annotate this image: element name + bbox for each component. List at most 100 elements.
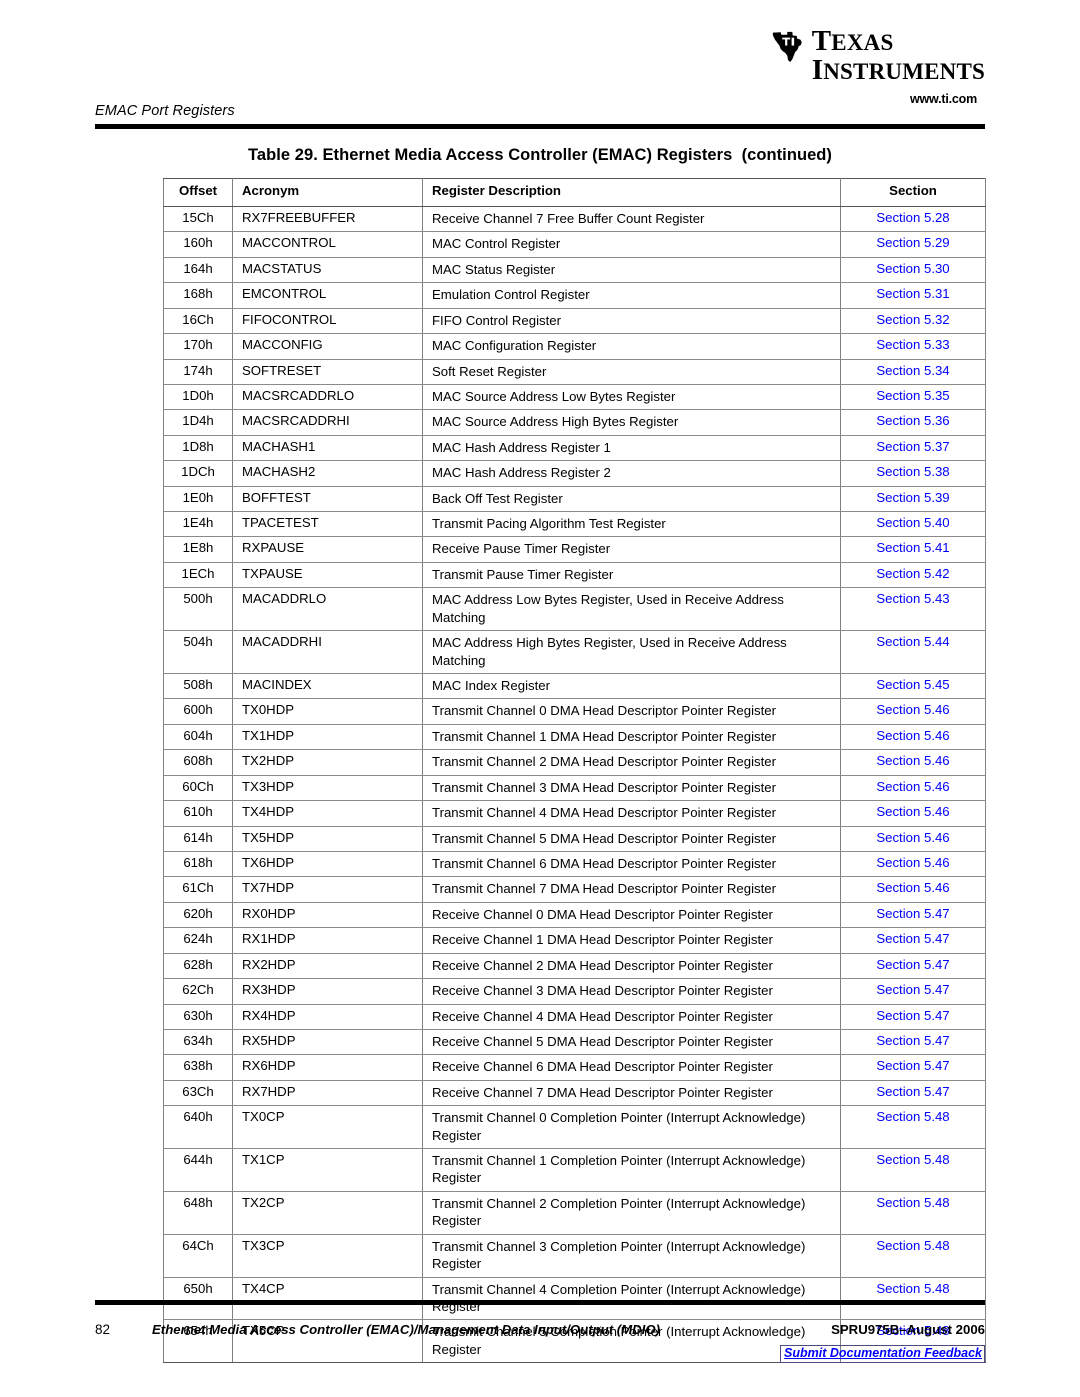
page-number: 82 <box>95 1322 111 1337</box>
cell-register-description: Transmit Channel 4 DMA Head Descriptor P… <box>422 800 841 827</box>
ti-logo: TEXAS INSTRUMENTS www.ti.com <box>772 25 985 106</box>
cell-section-link[interactable]: Section 5.41 <box>840 536 986 563</box>
cell-acronym: TX1CP <box>232 1148 423 1192</box>
cell-section-link[interactable]: Section 5.46 <box>840 749 986 776</box>
cell-acronym: TX7HDP <box>232 876 423 903</box>
table-row: 170h MACCONFIG MAC Configuration Register S… <box>163 333 986 360</box>
cell-section-link[interactable]: Section 5.39 <box>840 486 986 513</box>
table-row: 610h TX4HDP Transmit Channel 4 DMA Head De… <box>163 800 986 827</box>
cell-section-link[interactable]: Section 5.48 <box>840 1277 986 1321</box>
cell-section-link[interactable]: Section 5.46 <box>840 800 986 827</box>
emac-registers-table: Offset Acronym Register Description Sect… <box>163 178 986 1364</box>
table-row: 604h TX1HDP Transmit Channel 1 DMA Head De… <box>163 724 986 751</box>
cell-section-link[interactable]: Section 5.46 <box>840 775 986 802</box>
cell-offset: 648h <box>163 1191 233 1235</box>
cell-acronym: TXPAUSE <box>232 562 423 589</box>
cell-offset: 160h <box>163 231 233 258</box>
cell-section-link[interactable]: Section 5.47 <box>840 953 986 980</box>
cell-section-link[interactable]: Section 5.47 <box>840 1029 986 1056</box>
cell-section-link[interactable]: Section 5.48 <box>840 1148 986 1192</box>
table-body: 15Ch RX7FREEBUFFER Receive Channel 7 Free … <box>163 206 986 1364</box>
cell-section-link[interactable]: Section 5.36 <box>840 409 986 436</box>
ti-name-texas: TEXAS <box>811 25 894 57</box>
cell-acronym: MACCONFIG <box>232 333 423 360</box>
cell-register-description: Receive Pause Timer Register <box>422 536 841 563</box>
cell-acronym: RX6HDP <box>232 1054 423 1081</box>
table-row: 1E4h TPACETEST Transmit Pacing Algorithm T… <box>163 511 986 538</box>
cell-offset: 600h <box>163 698 233 725</box>
cell-acronym: RX2HDP <box>232 953 423 980</box>
cell-acronym: SOFTRESET <box>232 359 423 385</box>
cell-section-link[interactable]: Section 5.48 <box>840 1234 986 1278</box>
cell-section-link[interactable]: Section 5.37 <box>840 435 986 462</box>
cell-register-description: Transmit Channel 3 DMA Head Descriptor P… <box>422 775 841 802</box>
cell-section-link[interactable]: Section 5.47 <box>840 1004 986 1030</box>
table-row: 650h TX4CP Transmit Channel 4 Completion P… <box>163 1277 986 1321</box>
cell-acronym: MACSTATUS <box>232 257 423 284</box>
cell-offset: 640h <box>163 1105 233 1150</box>
cell-offset: 1E0h <box>163 486 233 513</box>
cell-section-link[interactable]: Section 5.47 <box>840 902 986 929</box>
cell-register-description: MAC Index Register <box>422 673 841 700</box>
cell-register-description: Transmit Channel 5 DMA Head Descriptor P… <box>422 826 841 852</box>
cell-section-link[interactable]: Section 5.46 <box>840 851 986 878</box>
cell-offset: 1DCh <box>163 460 233 487</box>
cell-offset: 630h <box>163 1004 233 1030</box>
cell-section-link[interactable]: Section 5.31 <box>840 282 986 309</box>
cell-offset: 1ECh <box>163 562 233 589</box>
cell-section-link[interactable]: Section 5.47 <box>840 927 986 954</box>
cell-offset: 624h <box>163 927 233 954</box>
table-row: 630h RX4HDP Receive Channel 4 DMA Head Des… <box>163 1004 986 1030</box>
cell-register-description: Transmit Channel 0 DMA Head Descriptor P… <box>422 698 841 725</box>
cell-offset: 604h <box>163 724 233 751</box>
cell-acronym: TX4CP <box>232 1277 423 1321</box>
cell-section-link[interactable]: Section 5.30 <box>840 257 986 284</box>
cell-section-link[interactable]: Section 5.33 <box>840 333 986 360</box>
cell-section-link[interactable]: Section 5.35 <box>840 384 986 411</box>
cell-acronym: TX2HDP <box>232 749 423 776</box>
cell-register-description: Transmit Channel 6 DMA Head Descriptor P… <box>422 851 841 878</box>
cell-section-link[interactable]: Section 5.48 <box>840 1105 986 1150</box>
cell-section-link[interactable]: Section 5.34 <box>840 359 986 385</box>
cell-section-link[interactable]: Section 5.45 <box>840 673 986 700</box>
table-row: 638h RX6HDP Receive Channel 6 DMA Head Des… <box>163 1054 986 1081</box>
cell-register-description: Receive Channel 6 DMA Head Descriptor Po… <box>422 1054 841 1081</box>
cell-section-link[interactable]: Section 5.29 <box>840 231 986 258</box>
cell-section-link[interactable]: Section 5.44 <box>840 630 986 675</box>
cell-section-link[interactable]: Section 5.43 <box>840 587 986 632</box>
table-row: 61Ch TX7HDP Transmit Channel 7 DMA Head De… <box>163 876 986 903</box>
cell-section-link[interactable]: Section 5.46 <box>840 698 986 725</box>
cell-section-link[interactable]: Section 5.40 <box>840 511 986 538</box>
cell-register-description: Transmit Pacing Algorithm Test Register <box>422 511 841 538</box>
cell-section-link[interactable]: Section 5.48 <box>840 1191 986 1235</box>
cell-section-link[interactable]: Section 5.47 <box>840 978 986 1005</box>
cell-section-link[interactable]: Section 5.28 <box>840 206 986 233</box>
submit-documentation-feedback-link[interactable]: Submit Documentation Feedback <box>780 1345 985 1364</box>
ti-website-url[interactable]: www.ti.com <box>795 92 985 106</box>
table-row: 1D4h MACSRCADDRHI MAC Source Address High … <box>163 409 986 436</box>
cell-section-link[interactable]: Section 5.46 <box>840 826 986 852</box>
cell-acronym: TX4HDP <box>232 800 423 827</box>
cell-section-link[interactable]: Section 5.46 <box>840 876 986 903</box>
cell-section-link[interactable]: Section 5.32 <box>840 308 986 335</box>
table-header: Offset Acronym Register Description Sect… <box>163 178 986 207</box>
cell-acronym: MACINDEX <box>232 673 423 700</box>
cell-acronym: MACHASH1 <box>232 435 423 462</box>
table-row: 64Ch TX3CP Transmit Channel 3 Completion P… <box>163 1234 986 1278</box>
cell-register-description: Receive Channel 1 DMA Head Descriptor Po… <box>422 927 841 954</box>
cell-register-description: Transmit Channel 2 Completion Pointer (I… <box>422 1191 841 1235</box>
table-header-row: Offset Acronym Register Description Sect… <box>163 178 986 207</box>
cell-section-link[interactable]: Section 5.38 <box>840 460 986 487</box>
cell-section-link[interactable]: Section 5.46 <box>840 724 986 751</box>
cell-section-link[interactable]: Section 5.47 <box>840 1080 986 1107</box>
cell-acronym: RXPAUSE <box>232 536 423 563</box>
cell-section-link[interactable]: Section 5.47 <box>840 1054 986 1081</box>
cell-register-description: MAC Address Low Bytes Register, Used in … <box>422 587 841 632</box>
table-row: 174h SOFTRESET Soft Reset Register Section … <box>163 359 986 385</box>
cell-register-description: MAC Source Address Low Bytes Register <box>422 384 841 411</box>
table-row: 60Ch TX3HDP Transmit Channel 3 DMA Head De… <box>163 775 986 802</box>
table-row: 63Ch RX7HDP Receive Channel 7 DMA Head Des… <box>163 1080 986 1107</box>
cell-acronym: TX2CP <box>232 1191 423 1235</box>
column-header-description: Register Description <box>422 178 841 207</box>
cell-section-link[interactable]: Section 5.42 <box>840 562 986 589</box>
